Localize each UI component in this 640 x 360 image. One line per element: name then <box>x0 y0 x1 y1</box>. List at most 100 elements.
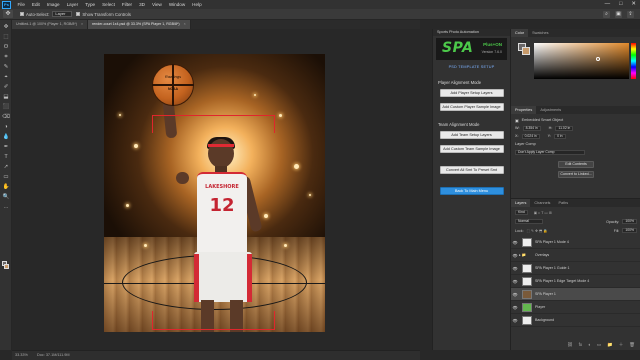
menu-view[interactable]: View <box>148 0 165 9</box>
canvas-area[interactable]: Rawlings NCAA LAKESHORE 12 <box>12 29 420 350</box>
height-field[interactable]: 11.02 in <box>555 125 574 131</box>
zoom-level[interactable]: 33.33% <box>15 353 28 357</box>
new-group-icon[interactable]: 📁 <box>607 342 613 349</box>
blend-mode-dropdown[interactable]: Normal <box>515 219 543 224</box>
add-player-sample-button[interactable]: Add Custom Player Sample Image <box>439 103 504 111</box>
search-icon[interactable]: ⌕ <box>603 11 610 18</box>
close-tab-icon[interactable]: × <box>184 22 186 26</box>
close-icon[interactable]: ✕ <box>631 0 636 9</box>
tab-paths[interactable]: Paths <box>554 199 572 207</box>
document-tab-active[interactable]: render-court 1x4.psd @ 33.3% (SPA Player… <box>88 20 191 29</box>
layer-mask-icon[interactable]: ▭ <box>597 342 601 349</box>
healing-brush-tool-icon[interactable]: ✐ <box>2 84 10 91</box>
convert-smart-objects-button[interactable]: Convert All Smt To Preset Smt <box>439 166 504 174</box>
edit-contents-button[interactable]: Edit Contents <box>558 161 594 168</box>
x-field[interactable]: 0.024 in <box>521 133 540 139</box>
layer-style-icon[interactable]: fx <box>579 342 583 349</box>
menu-edit[interactable]: Edit <box>28 0 43 9</box>
add-team-setup-button[interactable]: Add Team Setup Layers <box>439 131 504 139</box>
visibility-eye-icon[interactable]: 👁 <box>511 240 519 245</box>
visibility-eye-icon[interactable]: 👁 <box>511 253 519 258</box>
layer-row[interactable]: 👁 ▸ 📁 Overlays <box>511 249 640 262</box>
auto-select-dropdown[interactable]: Layer <box>52 11 73 17</box>
link-layers-icon[interactable]: ⛓ <box>567 342 573 349</box>
menu-help[interactable]: Help <box>189 0 205 9</box>
layer-row[interactable]: 👁 Player <box>511 301 640 314</box>
menu-filter[interactable]: Filter <box>118 0 135 9</box>
layer-row[interactable]: 👁 SPA Player 1 Edge Target Mode 4 <box>511 275 640 288</box>
menu-layer[interactable]: Layer <box>63 0 82 9</box>
saturation-value-field[interactable] <box>534 43 629 79</box>
document-canvas[interactable]: Rawlings NCAA LAKESHORE 12 <box>104 54 325 332</box>
menu-type[interactable]: Type <box>82 0 99 9</box>
visibility-eye-icon[interactable]: 👁 <box>511 292 519 297</box>
lasso-tool-icon[interactable]: ʘ <box>2 44 10 51</box>
menu-file[interactable]: File <box>14 0 28 9</box>
auto-select-checkbox[interactable] <box>20 12 24 16</box>
workspace-icon[interactable]: ▣ <box>615 11 622 18</box>
filter-icons[interactable]: ▣ ◐ T ▭ ⊞ <box>534 211 552 215</box>
document-tab[interactable]: Untitled-1 @ 100% (Player 1, RGB/8*) × <box>12 20 89 29</box>
maximize-icon[interactable]: □ <box>619 0 622 9</box>
zoom-tool-icon[interactable]: 🔍 <box>2 194 10 201</box>
brush-tool-icon[interactable]: ⬓ <box>2 94 10 101</box>
tab-layers[interactable]: Layers <box>511 199 531 207</box>
visibility-eye-icon[interactable]: 👁 <box>511 305 519 310</box>
pen-tool-icon[interactable]: ✒ <box>2 144 10 151</box>
tab-properties[interactable]: Properties <box>511 106 537 114</box>
tab-color[interactable]: Color <box>511 29 529 37</box>
opacity-field[interactable]: 100% <box>622 219 637 224</box>
transform-controls-checkbox[interactable] <box>76 12 81 16</box>
back-to-main-menu-button[interactable]: Back To Main Menu <box>439 187 504 195</box>
fill-field[interactable]: 100% <box>622 228 637 233</box>
hand-tool-icon[interactable]: ✋ <box>2 184 10 191</box>
new-layer-icon[interactable]: ＋ <box>619 342 624 349</box>
visibility-eye-icon[interactable]: 👁 <box>511 266 519 271</box>
y-field[interactable]: 0 in <box>554 133 566 139</box>
path-select-tool-icon[interactable]: ➚ <box>2 164 10 171</box>
visibility-eye-icon[interactable]: 👁 <box>511 318 519 323</box>
eyedropper-tool-icon[interactable]: ⌖ <box>2 74 10 81</box>
color-cursor[interactable] <box>596 57 600 61</box>
minimize-icon[interactable]: — <box>605 0 611 9</box>
close-tab-icon[interactable]: × <box>81 22 83 26</box>
share-icon[interactable]: ⇪ <box>627 11 634 18</box>
lock-icons[interactable]: ⬚ ✎ ✥ ⬒ 🔒 <box>527 229 548 233</box>
move-tool-icon[interactable]: ✥ <box>2 24 10 31</box>
tab-swatches[interactable]: Swatches <box>528 29 552 37</box>
folder-icon: ▸ 📁 <box>519 253 527 257</box>
visibility-eye-icon[interactable]: 👁 <box>511 279 519 284</box>
menu-3d[interactable]: 3D <box>136 0 149 9</box>
menu-select[interactable]: Select <box>99 0 119 9</box>
layer-row[interactable]: 👁 SPA Player 1 Mode 4 <box>511 236 640 249</box>
background-color-chip[interactable] <box>522 47 530 55</box>
menu-window[interactable]: Window <box>165 0 188 9</box>
gradient-tool-icon[interactable]: ◑ <box>2 124 10 131</box>
add-player-setup-button[interactable]: Add Player Setup Layers <box>439 89 504 97</box>
tab-channels[interactable]: Channels <box>530 199 554 207</box>
menu-image[interactable]: Image <box>43 0 63 9</box>
delete-layer-icon[interactable]: 🗑 <box>629 342 635 349</box>
layer-kind-filter[interactable]: Kind <box>515 210 528 215</box>
layer-comp-dropdown[interactable]: Don't Apply Layer Comp <box>515 149 585 155</box>
convert-to-linked-button[interactable]: Convert to Linked... <box>558 171 594 178</box>
quick-select-tool-icon[interactable]: ⌗ <box>2 54 10 61</box>
tab-adjustments[interactable]: Adjustments <box>536 106 565 114</box>
marquee-tool-icon[interactable]: ⬚ <box>2 34 10 41</box>
hue-slider[interactable] <box>631 43 636 79</box>
layer-row[interactable]: 👁 SPA Player 1 Guide 1 <box>511 262 640 275</box>
type-tool-icon[interactable]: T <box>2 154 10 161</box>
add-team-sample-button[interactable]: Add Custom Team Sample Image <box>439 145 504 153</box>
background-color-swatch[interactable] <box>4 264 9 269</box>
adjustment-layer-icon[interactable]: ◐ <box>588 342 591 349</box>
layer-row-selected[interactable]: 👁 SPA Player 1 <box>511 288 640 301</box>
layer-row[interactable]: 👁 Background <box>511 314 640 327</box>
more-tools-icon[interactable]: … <box>2 204 10 211</box>
shape-tool-icon[interactable]: ▭ <box>2 174 10 181</box>
eraser-tool-icon[interactable]: ⌫ <box>2 114 10 121</box>
blur-tool-icon[interactable]: 💧 <box>2 134 10 141</box>
move-tool-preset-icon[interactable]: ✥ <box>3 10 13 18</box>
width-field[interactable]: 8.354 in <box>522 125 541 131</box>
crop-tool-icon[interactable]: ✎ <box>2 64 10 71</box>
stamp-tool-icon[interactable]: ⬛ <box>2 104 10 111</box>
